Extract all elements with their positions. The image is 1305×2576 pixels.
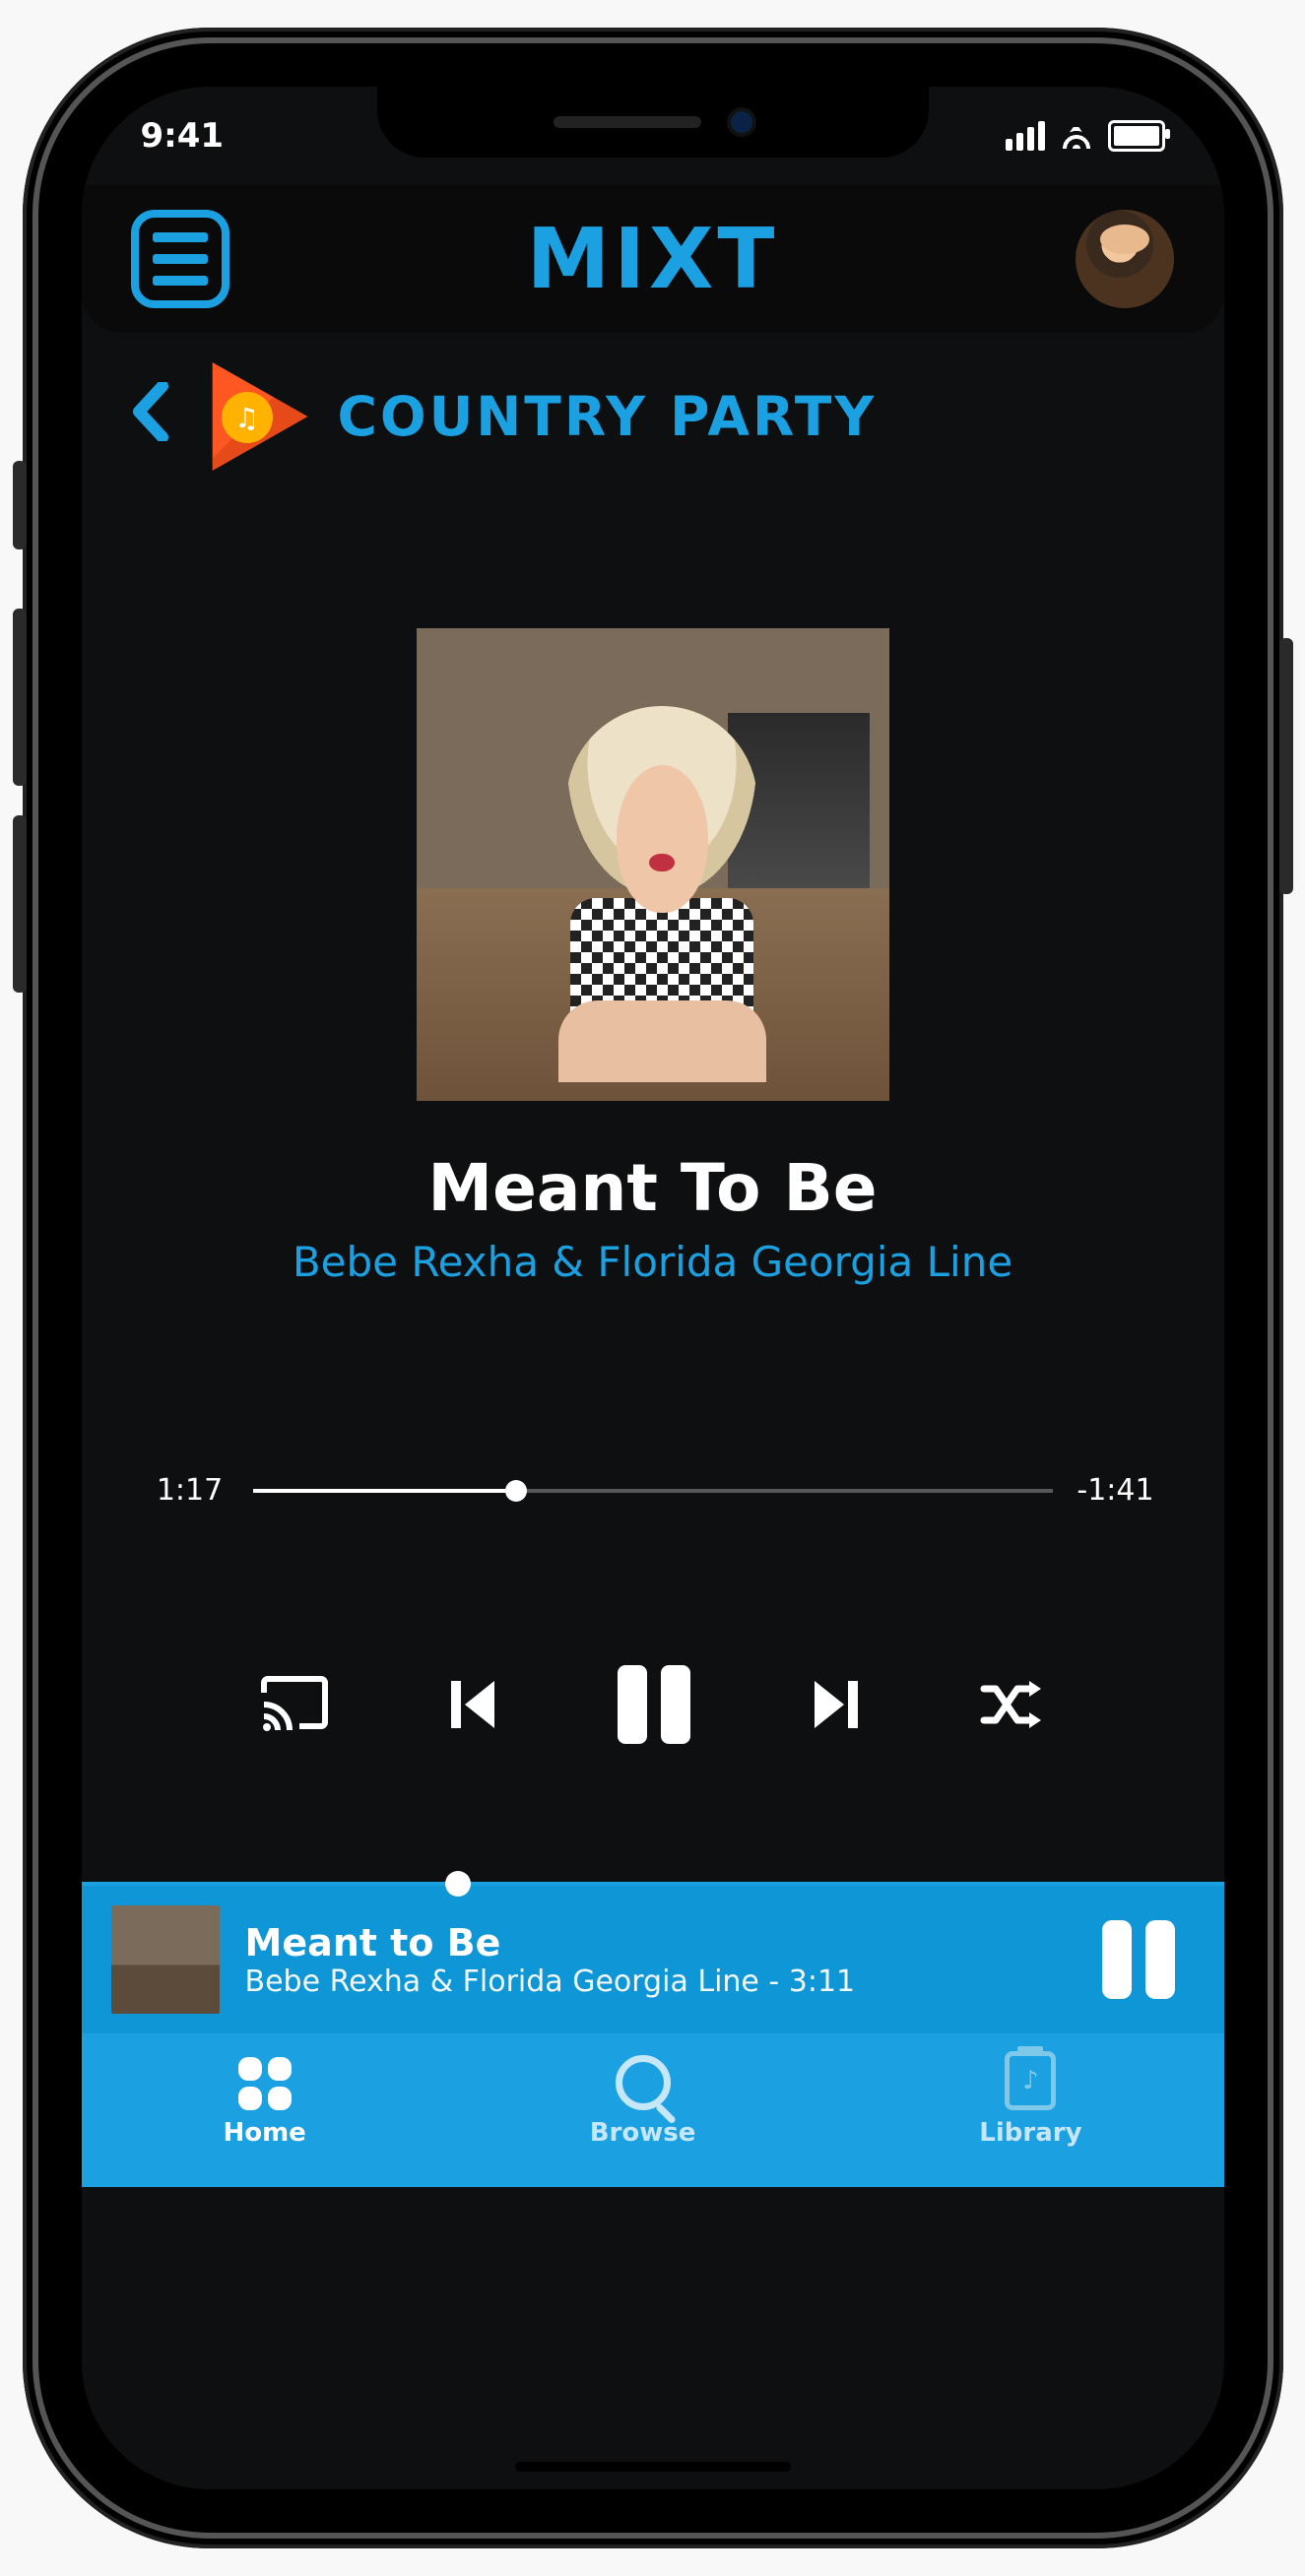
pause-button[interactable]: [618, 1665, 690, 1744]
cast-button[interactable]: [260, 1675, 329, 1734]
library-icon: [1005, 2051, 1056, 2110]
album-art: [417, 628, 889, 1101]
previous-button[interactable]: [449, 1675, 498, 1734]
battery-icon: [1108, 120, 1165, 152]
status-time: 9:41: [141, 116, 225, 156]
home-indicator[interactable]: [515, 2462, 791, 2472]
tab-home-label: Home: [223, 2118, 305, 2148]
remaining-time: -1:41: [1077, 1473, 1155, 1508]
mini-player[interactable]: Meant to Be Bebe Rexha & Florida Georgia…: [82, 1886, 1224, 2033]
phone-frame: 9:41 MIXT: [23, 28, 1283, 2548]
progress-slider[interactable]: [253, 1489, 1053, 1493]
tab-bar: Home Browse Library: [82, 2033, 1224, 2187]
mini-album-art: [111, 1905, 220, 2014]
home-icon: [238, 2057, 292, 2110]
tab-browse[interactable]: Browse: [590, 2055, 696, 2148]
app-header: MIXT: [82, 185, 1224, 333]
shuffle-button[interactable]: [980, 1679, 1045, 1730]
mini-pause-button[interactable]: [1102, 1920, 1175, 1999]
back-button[interactable]: [131, 382, 170, 452]
tab-home[interactable]: Home: [223, 2057, 305, 2148]
cellular-signal-icon: [1006, 121, 1045, 151]
progress-row: 1:17 -1:41: [82, 1473, 1224, 1508]
song-artist: Bebe Rexha & Florida Georgia Line: [82, 1238, 1224, 1286]
playback-controls: [82, 1665, 1224, 1744]
mini-subtitle: Bebe Rexha & Florida Georgia Line - 3:11: [245, 1964, 1077, 1999]
wifi-icon: [1059, 123, 1094, 149]
search-icon: [616, 2055, 671, 2110]
elapsed-time: 1:17: [151, 1473, 229, 1508]
google-play-music-icon: ♫: [200, 362, 308, 471]
volume-up-button: [13, 609, 27, 786]
tab-library[interactable]: Library: [979, 2051, 1081, 2148]
volume-down-button: [13, 815, 27, 993]
mini-title: Meant to Be: [245, 1921, 1077, 1964]
app-logo: MIXT: [527, 211, 779, 308]
playlist-header: ♫ COUNTRY PARTY: [82, 333, 1224, 481]
tab-library-label: Library: [979, 2118, 1081, 2148]
mute-switch: [13, 461, 27, 549]
song-title: Meant To Be: [82, 1150, 1224, 1226]
mini-progress-bar[interactable]: [82, 1882, 1224, 1886]
tab-browse-label: Browse: [590, 2118, 696, 2148]
power-button: [1279, 638, 1293, 894]
next-button[interactable]: [811, 1675, 860, 1734]
profile-avatar[interactable]: [1076, 210, 1174, 308]
device-notch: [377, 87, 929, 158]
menu-button[interactable]: [131, 210, 229, 308]
playlist-title: COUNTRY PARTY: [338, 385, 878, 448]
